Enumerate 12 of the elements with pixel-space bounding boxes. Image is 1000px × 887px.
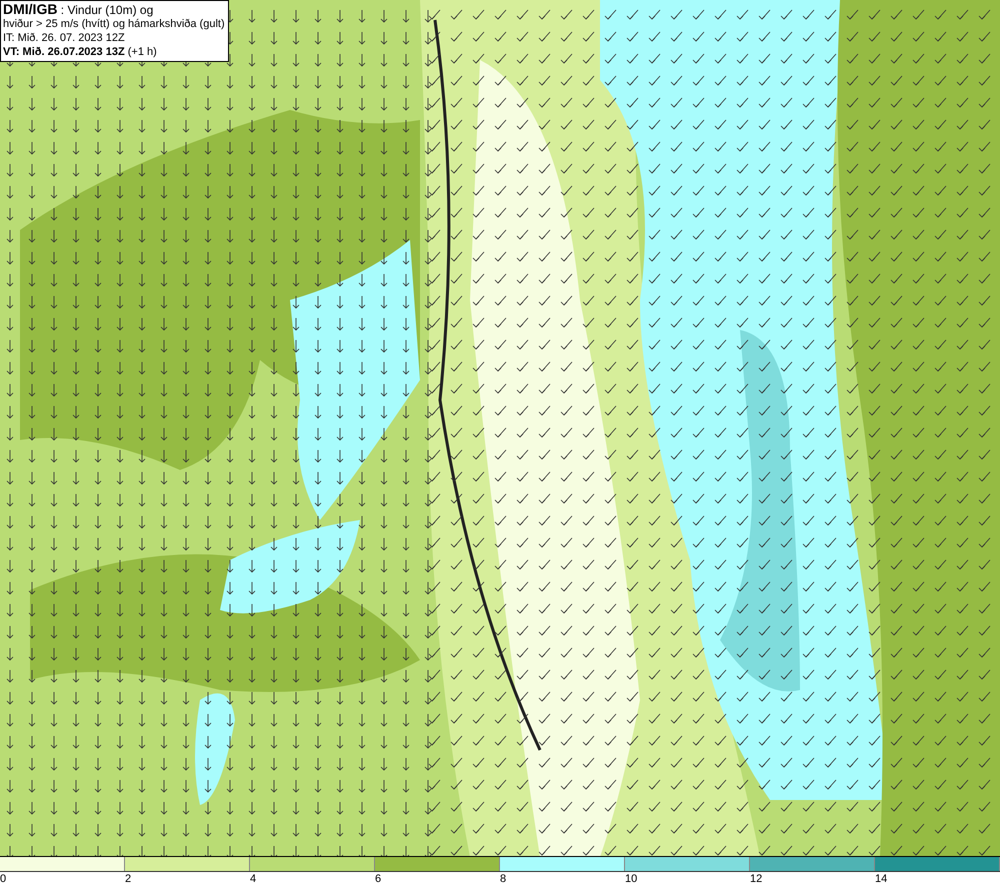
legend-tick-label: 8	[500, 872, 506, 886]
info-text: DMI/IGB : Vindur (10m) og	[3, 2, 154, 17]
legend-tick-label: 12	[750, 872, 762, 886]
legend-tick-label: 4	[250, 872, 256, 886]
legend-tick-label: 10	[625, 872, 638, 886]
info-text: hviður > 25 m/s (hvítt) og hámarkshviða (gult)	[3, 17, 225, 31]
legend-tick-label: 0	[0, 872, 6, 886]
legend-tick-label: 14	[875, 872, 888, 886]
info-text: VT: Mið. 26.07.2023 13Z (+1 h)	[3, 45, 158, 59]
info-text: IT: Mið. 26. 07. 2023 12Z	[3, 31, 126, 45]
legend-tick-label: 6	[375, 872, 382, 886]
legend-tick-label: 2	[125, 872, 132, 886]
